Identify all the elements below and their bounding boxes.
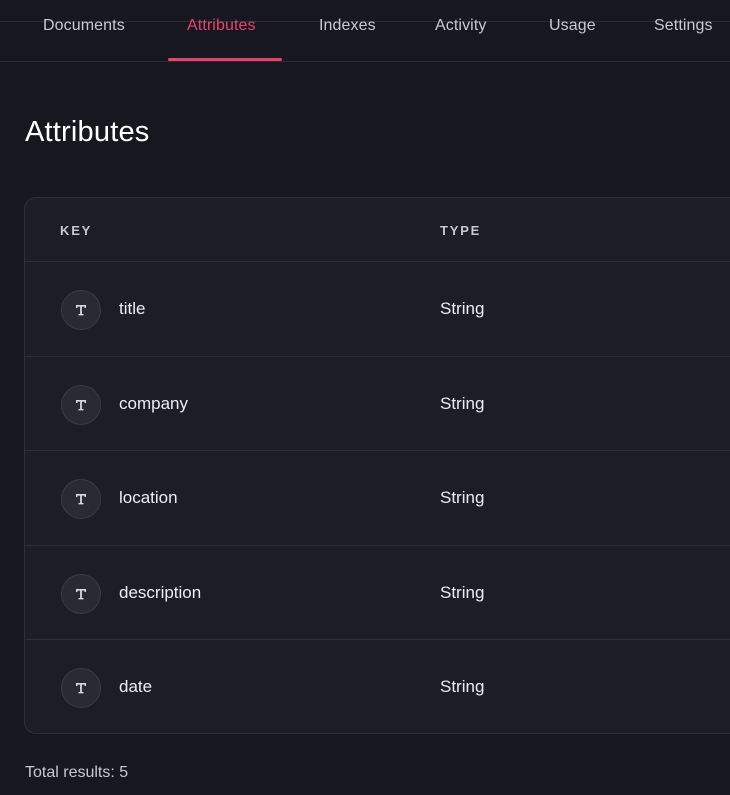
attribute-type: String	[440, 677, 485, 697]
attribute-key: company	[119, 393, 188, 413]
text-type-icon	[61, 384, 101, 425]
attribute-type: String	[440, 582, 485, 602]
tab-indexes[interactable]: Indexes	[319, 17, 376, 35]
attribute-key: location	[119, 488, 178, 508]
tab-usage[interactable]: Usage	[549, 17, 596, 35]
table-row[interactable]: title String	[25, 262, 730, 357]
attribute-type: String	[440, 488, 485, 508]
tab-settings[interactable]: Settings	[654, 17, 713, 35]
table-row[interactable]: description String	[25, 546, 730, 641]
text-type-icon	[61, 290, 101, 330]
total-results: Total results: 5	[25, 764, 129, 781]
table-row[interactable]: date String	[25, 640, 730, 733]
table-row[interactable]: location String	[25, 451, 730, 546]
attribute-type: String	[440, 393, 485, 413]
column-header-key: KEY	[60, 223, 93, 238]
table-header: KEY TYPE	[25, 198, 730, 262]
attribute-type: String	[440, 299, 485, 318]
tab-bar: Documents Attributes Indexes Activity Us…	[0, 0, 730, 62]
active-tab-indicator	[168, 58, 282, 61]
tab-activity[interactable]: Activity	[435, 17, 486, 35]
attribute-key: date	[119, 677, 153, 697]
attribute-key: title	[119, 299, 146, 318]
tab-attributes[interactable]: Attributes	[187, 17, 256, 35]
page-title: Attributes	[25, 116, 150, 148]
attribute-key: description	[119, 582, 202, 602]
text-type-icon	[61, 668, 101, 709]
column-header-type: TYPE	[440, 223, 482, 238]
text-type-icon	[61, 479, 101, 520]
attributes-table: KEY TYPE title String company String loc…	[24, 197, 730, 734]
tab-documents[interactable]: Documents	[43, 17, 125, 35]
table-row[interactable]: company String	[25, 357, 730, 452]
text-type-icon	[61, 573, 101, 614]
